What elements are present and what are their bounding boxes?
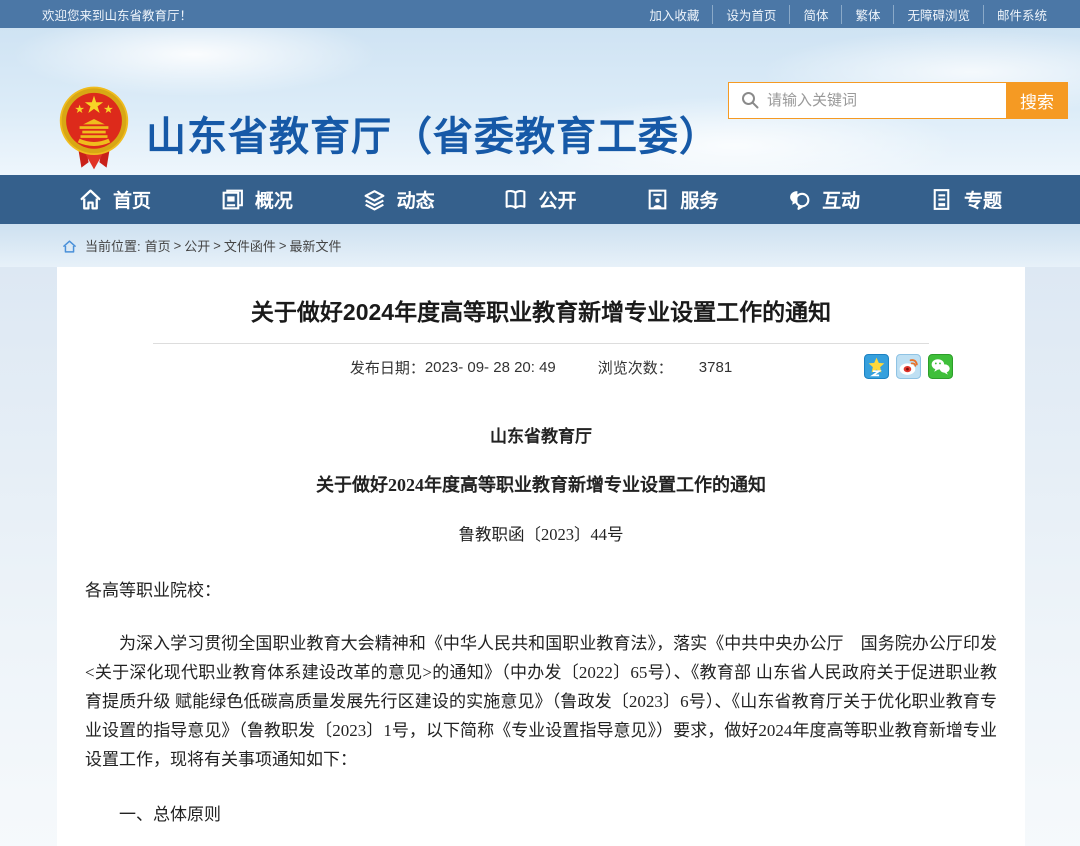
home-icon [78,187,103,212]
section-heading: 一、总体原则 [85,800,997,829]
news-layers-icon [362,187,387,212]
open-book-icon [503,187,528,212]
mail-system-link[interactable]: 邮件系统 [983,5,1060,24]
breadcrumb-home-icon [62,239,77,254]
nav-label: 专题 [964,186,1002,213]
accessibility-link[interactable]: 无障碍浏览 [893,5,983,24]
search-icon [740,90,760,110]
breadcrumb-item-documents[interactable]: 文件函件 [224,236,276,255]
article-meta-row: 发布日期： 2023- 09- 28 20: 49 浏览次数： 3781 [83,344,999,390]
set-homepage-link[interactable]: 设为首页 [712,5,789,24]
simplified-chinese-link[interactable]: 简体 [789,5,841,24]
nav-item-news[interactable]: 动态 [362,186,435,213]
site-header: 山东省教育厅（省委教育工委） 搜索 [0,28,1080,175]
nav-label: 概况 [255,186,293,213]
share-icons [864,354,953,379]
topics-doc-icon [929,187,954,212]
nav-item-disclosure[interactable]: 公开 [503,186,576,213]
search-input[interactable] [728,82,1006,119]
national-emblem-logo[interactable] [58,83,130,173]
traditional-chinese-link[interactable]: 繁体 [841,5,893,24]
nav-item-topics[interactable]: 专题 [929,186,1002,213]
topbar-links: 加入收藏 设为首页 简体 繁体 无障碍浏览 邮件系统 [636,5,1060,24]
wechat-share-icon[interactable] [928,354,953,379]
breadcrumb: 当前位置: 首页 > 公开 > 文件函件 > 最新文件 [0,224,1080,267]
paragraph: 为深入学习贯彻全国职业教育大会精神和《中华人民共和国职业教育法》，落实《中共中央… [85,629,997,774]
breadcrumb-prefix: 当前位置: [85,236,141,255]
salutation: 各高等职业院校： [85,576,997,605]
top-utility-bar: 欢迎您来到山东省教育厅！ 加入收藏 设为首页 简体 繁体 无障碍浏览 邮件系统 [0,0,1080,28]
nav-label: 动态 [397,186,435,213]
site-title[interactable]: 山东省教育厅（省委教育工委） [146,104,720,162]
nav-item-overview[interactable]: 概况 [220,186,293,213]
nav-item-interaction[interactable]: 互动 [787,186,860,213]
qzone-share-icon[interactable] [864,354,889,379]
publish-date-label: 发布日期： [350,357,425,378]
nav-label: 公开 [538,186,576,213]
nav-item-home[interactable]: 首页 [78,186,151,213]
publish-date-value: 2023- 09- 28 20: 49 [425,359,556,376]
main-nav: 首页 概况 动态 公开 服务 [0,175,1080,224]
welcome-text: 欢迎您来到山东省教育厅！ [42,5,192,24]
breadcrumb-item-latest[interactable]: 最新文件 [289,236,341,255]
views-label: 浏览次数： [598,357,673,378]
site-search: 搜索 [728,82,1068,119]
document-issuing-org: 山东省教育厅 [85,422,997,451]
service-doc-icon [645,187,670,212]
breadcrumb-separator: > [279,238,287,253]
breadcrumb-separator: > [213,238,221,253]
breadcrumb-item-disclosure[interactable]: 公开 [184,236,210,255]
article-container: 关于做好2024年度高等职业教育新增专业设置工作的通知 发布日期： 2023- … [57,267,1025,846]
nav-label: 首页 [113,186,151,213]
nav-label: 互动 [822,186,860,213]
article-body: 山东省教育厅 关于做好2024年度高等职业教育新增专业设置工作的通知 鲁教职函〔… [83,422,999,846]
views-value: 3781 [699,359,732,376]
chat-bubbles-icon [787,187,812,212]
page-background: 关于做好2024年度高等职业教育新增专业设置工作的通知 发布日期： 2023- … [0,267,1080,846]
nav-label: 服务 [680,186,718,213]
search-button[interactable]: 搜索 [1006,82,1068,119]
breadcrumb-item-home[interactable]: 首页 [145,236,171,255]
add-favorite-link[interactable]: 加入收藏 [636,5,712,24]
overview-icon [220,187,245,212]
document-number: 鲁教职函〔2023〕44号 [85,520,997,549]
weibo-share-icon[interactable] [896,354,921,379]
article-title: 关于做好2024年度高等职业教育新增专业设置工作的通知 [83,267,999,327]
breadcrumb-separator: > [174,238,182,253]
nav-item-services[interactable]: 服务 [645,186,718,213]
document-title: 关于做好2024年度高等职业教育新增专业设置工作的通知 [85,471,997,500]
